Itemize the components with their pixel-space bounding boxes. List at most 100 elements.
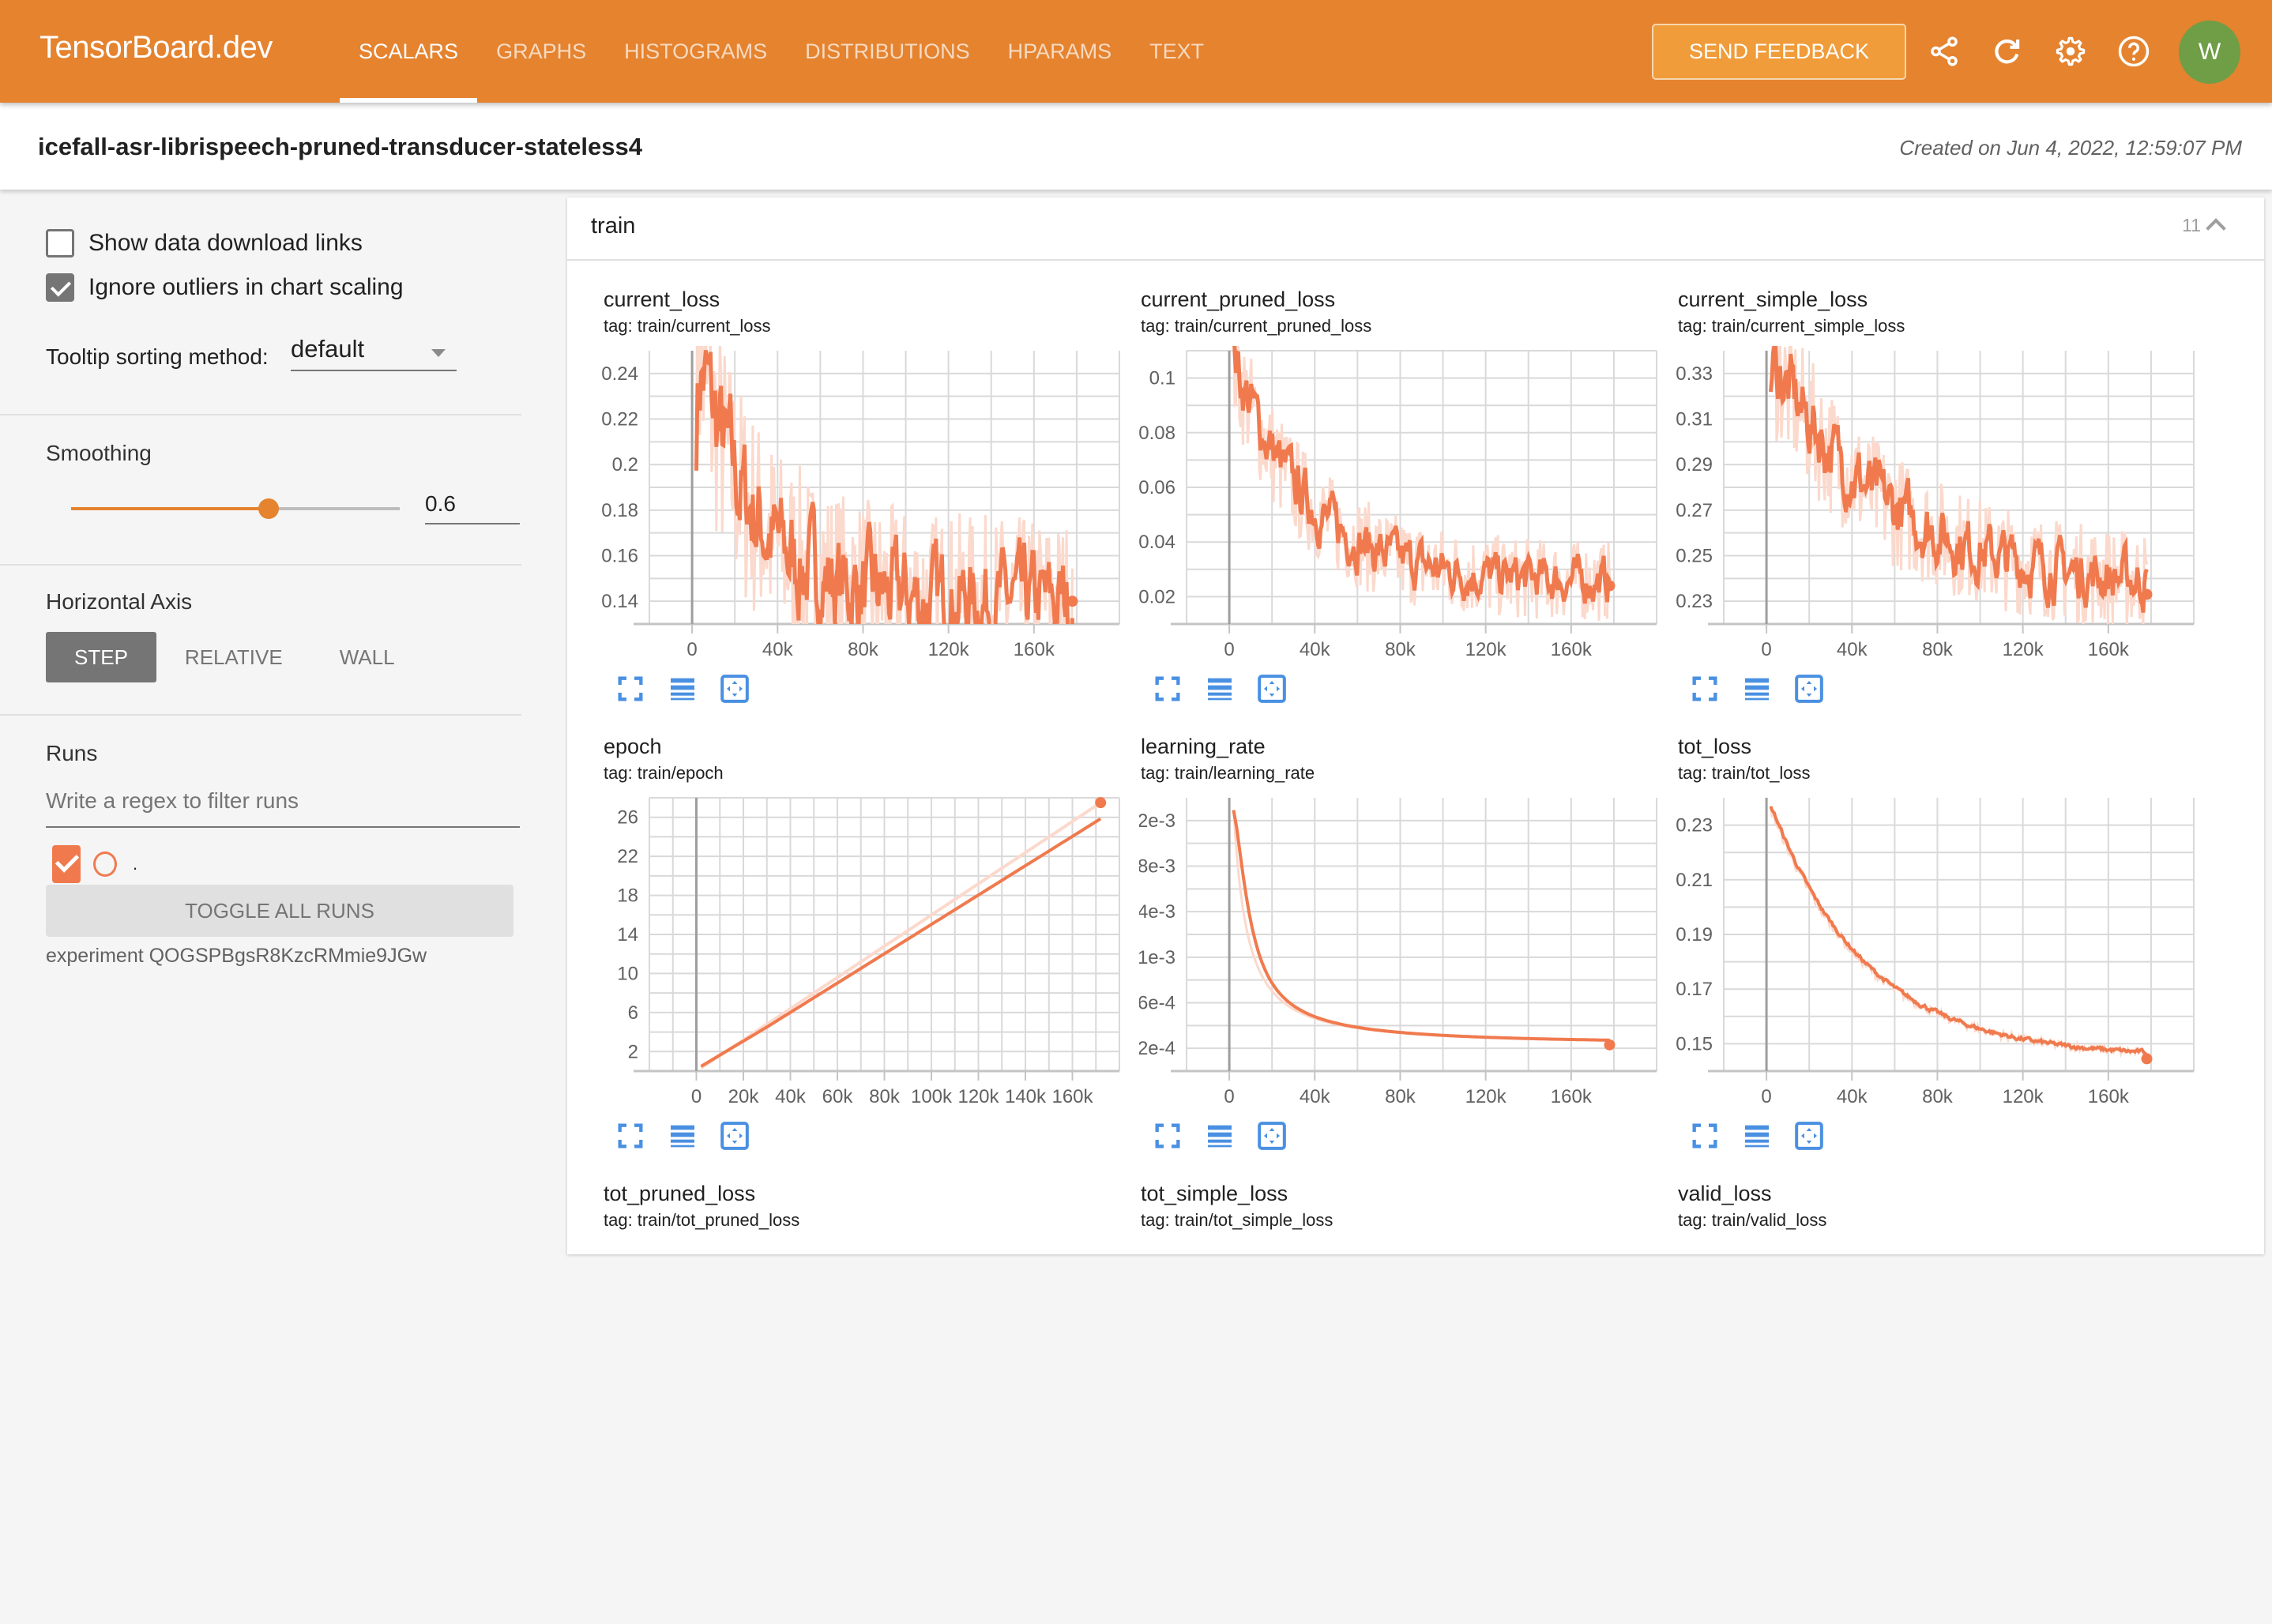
y-tick-label: 0.21 <box>1676 870 1713 891</box>
x-tick-label: 80k <box>1385 639 1416 660</box>
data-table-icon[interactable] <box>667 1120 698 1152</box>
scalar-chart-current-simple-loss: current_simple_loss tag: train/current_si… <box>1676 288 2198 730</box>
chart-title: current_loss <box>604 288 720 311</box>
tag-group-header[interactable]: train 11 <box>567 197 2264 261</box>
fullscreen-icon[interactable] <box>615 1120 646 1152</box>
x-tick-label: 20k <box>728 1086 760 1107</box>
chart-tag: tag: train/tot_simple_loss <box>1141 1210 1333 1230</box>
tab-scalars[interactable]: SCALARS <box>340 0 478 103</box>
y-tick-label: 0.19 <box>1676 924 1713 945</box>
fit-domain-icon[interactable] <box>1793 1120 1825 1152</box>
fullscreen-icon[interactable] <box>1689 673 1721 705</box>
y-tick-label: 2.2e-3 <box>1139 810 1175 832</box>
data-table-icon[interactable] <box>1204 1120 1236 1152</box>
smoothing-slider-fill <box>71 507 269 510</box>
data-table-icon[interactable] <box>667 673 698 705</box>
axis-relative-button[interactable]: RELATIVE <box>156 632 311 682</box>
run-filter-input[interactable]: Write a regex to filter runs <box>46 788 520 828</box>
chart-toolbar <box>1152 1120 1288 1152</box>
show-download-links-toggle[interactable]: Show data download links <box>46 229 363 258</box>
smoothing-slider[interactable] <box>71 498 400 519</box>
tab-graphs[interactable]: GRAPHS <box>477 0 605 103</box>
fullscreen-icon[interactable] <box>1152 673 1183 705</box>
series-last-point <box>1095 797 1107 809</box>
data-table-icon[interactable] <box>1741 1120 1773 1152</box>
data-table-icon[interactable] <box>1741 673 1773 705</box>
fit-domain-icon[interactable] <box>1256 1120 1288 1152</box>
tooltip-sorting-value: default <box>291 335 365 363</box>
y-tick-label: 0.1 <box>1149 368 1175 389</box>
chart-plot[interactable]: 0.14 0.16 0.18 0.2 0.22 0.24 0 40k 80k 120k 160k <box>602 343 1123 667</box>
y-tick-label: 0.14 <box>602 591 638 612</box>
tab-histograms[interactable]: HISTOGRAMS <box>605 0 786 103</box>
chart-title: tot_loss <box>1678 735 1752 758</box>
chart-plot[interactable]: 0.15 0.17 0.19 0.21 0.23 0 40k 80k 120k 160k <box>1676 790 2198 1114</box>
axis-step-button[interactable]: STEP <box>46 632 156 682</box>
y-tick-label: 6e-4 <box>1139 993 1175 1014</box>
y-tick-label: 0.17 <box>1676 979 1713 1000</box>
chart-title: current_simple_loss <box>1678 288 1868 311</box>
settings-icon[interactable] <box>2054 35 2087 68</box>
tab-text[interactable]: TEXT <box>1130 0 1223 103</box>
sidebar-divider <box>0 714 521 716</box>
chevron-up-icon[interactable] <box>2206 218 2226 239</box>
y-tick-label: 14 <box>617 924 638 945</box>
fit-domain-icon[interactable] <box>1256 673 1288 705</box>
x-tick-label: 160k <box>1551 639 1593 660</box>
refresh-icon[interactable] <box>1991 35 2024 68</box>
chart-plot[interactable]: 2610141822260 20k 40k 60k 80k 100k 120k 140k 160… <box>602 790 1123 1114</box>
data-table-icon[interactable] <box>1204 673 1236 705</box>
run-checkbox[interactable] <box>52 845 81 883</box>
y-tick-label: 0.23 <box>1676 815 1713 836</box>
fullscreen-icon[interactable] <box>1689 1120 1721 1152</box>
run-item[interactable]: . <box>52 845 137 883</box>
axis-wall-button[interactable]: WALL <box>311 632 423 682</box>
chart-title: epoch <box>604 735 662 758</box>
series-last-point <box>1604 1039 1616 1051</box>
run-color-picker[interactable] <box>93 851 117 877</box>
x-tick-label: 80k <box>848 639 879 660</box>
scalar-chart-current-pruned-loss: current_pruned_loss tag: train/current_pr… <box>1139 288 1661 730</box>
x-tick-label: 120k <box>957 1086 999 1107</box>
y-tick-label: 0.02 <box>1139 586 1175 607</box>
fit-domain-icon[interactable] <box>719 1120 750 1152</box>
show-download-links-checkbox[interactable] <box>46 229 74 258</box>
created-timestamp: Created on Jun 4, 2022, 12:59:07 PM <box>1899 136 2242 160</box>
fit-domain-icon[interactable] <box>719 673 750 705</box>
tab-distributions[interactable]: DISTRIBUTIONS <box>786 0 989 103</box>
chart-tag: tag: train/tot_loss <box>1678 763 1811 783</box>
smoothing-slider-thumb[interactable] <box>258 498 279 519</box>
smoothing-value-input[interactable]: 0.6 <box>425 488 520 524</box>
ignore-outliers-checkbox[interactable] <box>46 273 74 302</box>
ignore-outliers-toggle[interactable]: Ignore outliers in chart scaling <box>46 273 404 302</box>
x-tick-label: 160k <box>1051 1086 1093 1107</box>
y-tick-label: 2e-4 <box>1139 1038 1175 1059</box>
chart-plot[interactable]: 0.02 0.04 0.06 0.08 0.1 0 40k 80k 120k 160k <box>1139 343 1661 667</box>
toggle-all-runs-button[interactable]: TOGGLE ALL RUNS <box>46 885 513 937</box>
chart-tag: tag: train/current_simple_loss <box>1678 316 1905 336</box>
user-avatar[interactable]: W <box>2179 21 2240 84</box>
tab-hparams[interactable]: HPARAMS <box>989 0 1131 103</box>
fit-domain-icon[interactable] <box>1793 673 1825 705</box>
chart-title: tot_pruned_loss <box>604 1182 756 1205</box>
runs-label: Runs <box>46 741 98 765</box>
fullscreen-icon[interactable] <box>1152 1120 1183 1152</box>
series-last-point <box>2141 588 2153 600</box>
y-tick-label: 0.29 <box>1676 454 1713 476</box>
scalar-chart-epoch: epoch tag: train/epoch 2 6 10 14 18 22 26 0 20k 40k… <box>602 735 1123 1177</box>
help-icon[interactable] <box>2117 35 2150 68</box>
chart-plot[interactable]: 2e-4 6e-4 1e-3 1.4e-3 1.8e-3 2.2e-3 0 40k 80k 120… <box>1139 790 1661 1114</box>
chart-title: tot_simple_loss <box>1141 1182 1288 1205</box>
brand-logo[interactable]: TensorBoard.dev <box>39 30 273 66</box>
send-feedback-button[interactable]: SEND FEEDBACK <box>1652 24 1906 80</box>
tooltip-sorting-select[interactable]: default <box>291 335 457 371</box>
series-raw-line <box>1770 346 2148 624</box>
share-icon[interactable] <box>1928 35 1961 68</box>
fullscreen-icon[interactable] <box>615 673 646 705</box>
scalar-chart-tot-simple-loss: tot_simple_loss tag: train/tot_simple_los… <box>1139 1182 1661 1624</box>
x-tick-label: 0 <box>1761 639 1771 660</box>
chart-plot[interactable]: 0.23 0.25 0.27 0.29 0.31 0.33 0 40k 80k 120k 160k <box>1676 343 2198 667</box>
y-tick-label: 0.23 <box>1676 591 1713 612</box>
x-tick-label: 40k <box>762 639 794 660</box>
main-content: train 11 current_loss tag: train/current_… <box>567 190 2272 1254</box>
